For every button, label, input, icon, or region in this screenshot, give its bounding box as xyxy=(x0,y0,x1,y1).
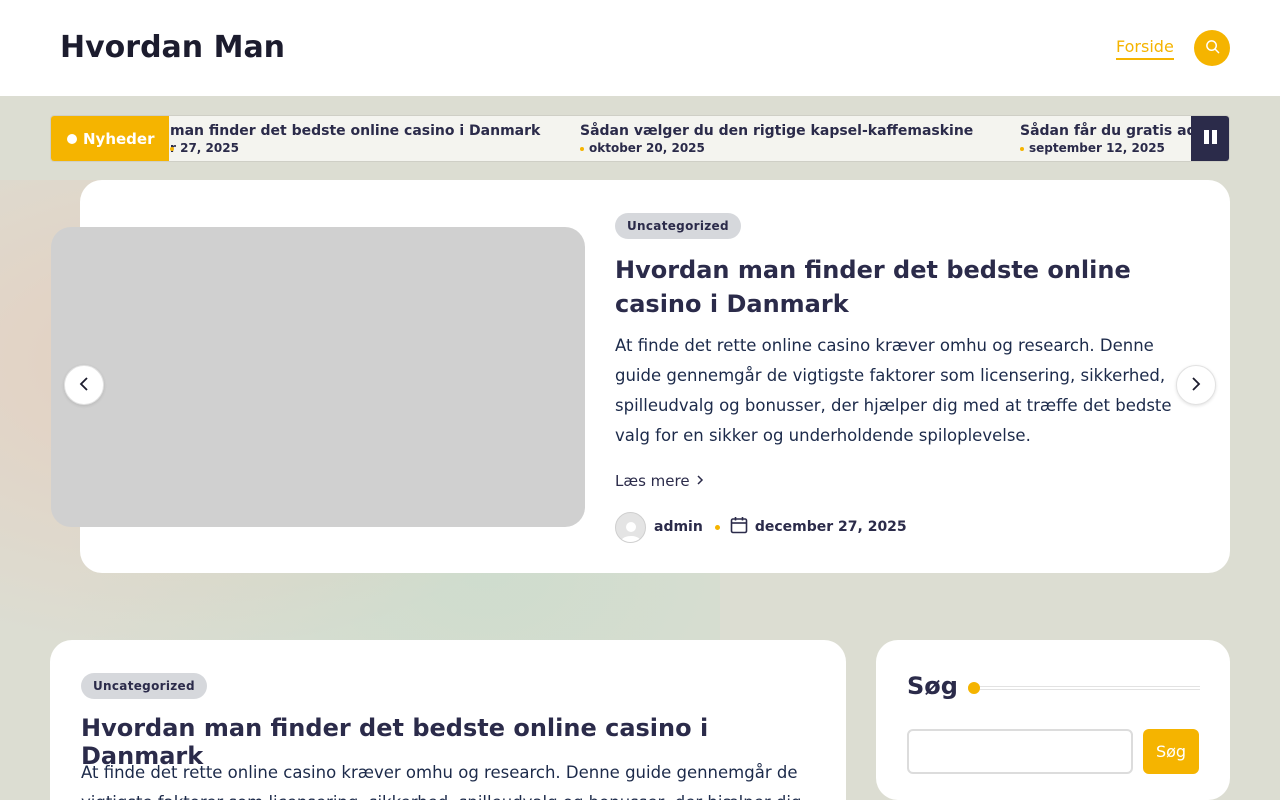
slide-image-placeholder[interactable] xyxy=(51,227,585,527)
post-excerpt: At finde det rette online casino kræver … xyxy=(81,763,801,800)
read-more-label: Læs mere xyxy=(615,472,690,490)
ticker-item-date: r 27, 2025 xyxy=(170,141,540,155)
site-header: Hvordan Man Forside xyxy=(0,0,1280,96)
search-input[interactable] xyxy=(907,729,1133,774)
search-widget: Søg Søg xyxy=(876,640,1230,800)
slide-excerpt: At finde det rette online casino kræver … xyxy=(615,336,1172,445)
slide-category-badge[interactable]: Uncategorized xyxy=(615,213,741,239)
author-name[interactable]: admin xyxy=(654,519,703,535)
post-card: Uncategorized Hvordan man finder det bed… xyxy=(50,640,846,800)
slider-prev-button[interactable] xyxy=(64,365,104,405)
widget-title-dot xyxy=(968,682,980,694)
news-ticker: Nyheder man finder det bedste online cas… xyxy=(50,115,1230,162)
slide-title[interactable]: Hvordan man finder det bedste online cas… xyxy=(615,253,1205,321)
slider-next-button[interactable] xyxy=(1176,365,1216,405)
slide-meta: admin december 27, 2025 xyxy=(615,511,907,543)
ticker-item-date: september 12, 2025 xyxy=(1020,141,1206,155)
ticker-item-date: oktober 20, 2025 xyxy=(580,141,973,155)
author-avatar xyxy=(615,511,646,543)
ticker-item[interactable]: Sådan vælger du den rigtige kapsel-kaffe… xyxy=(580,123,973,155)
calendar-icon xyxy=(730,516,748,538)
ticker-item-title[interactable]: man finder det bedste online casino i Da… xyxy=(170,123,540,139)
ticker-pause-button[interactable] xyxy=(1191,116,1229,161)
ticker-item[interactable]: man finder det bedste online casino i Da… xyxy=(170,123,540,155)
ticker-item-title[interactable]: Sådan vælger du den rigtige kapsel-kaffe… xyxy=(580,123,973,139)
ticker-item[interactable]: Sådan får du gratis adv september 12, 20… xyxy=(1020,123,1206,155)
read-more-link[interactable]: Læs mere xyxy=(615,472,704,490)
pause-icon xyxy=(1203,129,1217,148)
chevron-left-icon xyxy=(79,376,89,395)
meta-separator-dot xyxy=(714,524,720,530)
ticker-dot-icon xyxy=(67,133,77,144)
ticker-label-text: Nyheder xyxy=(83,129,155,148)
header-search-button[interactable] xyxy=(1194,30,1230,66)
chevron-right-icon xyxy=(696,472,704,490)
ticker-label: Nyheder xyxy=(51,116,169,161)
ticker-item-title[interactable]: Sådan får du gratis adv xyxy=(1020,123,1206,139)
nav-item-forside[interactable]: Forside xyxy=(1116,37,1174,60)
site-title[interactable]: Hvordan Man xyxy=(60,30,285,65)
widget-title: Søg xyxy=(907,672,958,700)
search-icon xyxy=(1205,39,1220,57)
search-submit-button[interactable]: Søg xyxy=(1143,729,1199,774)
widget-title-divider xyxy=(968,686,1200,690)
post-date[interactable]: december 27, 2025 xyxy=(755,519,907,535)
post-category-badge[interactable]: Uncategorized xyxy=(81,673,207,699)
chevron-right-icon xyxy=(1191,376,1201,395)
